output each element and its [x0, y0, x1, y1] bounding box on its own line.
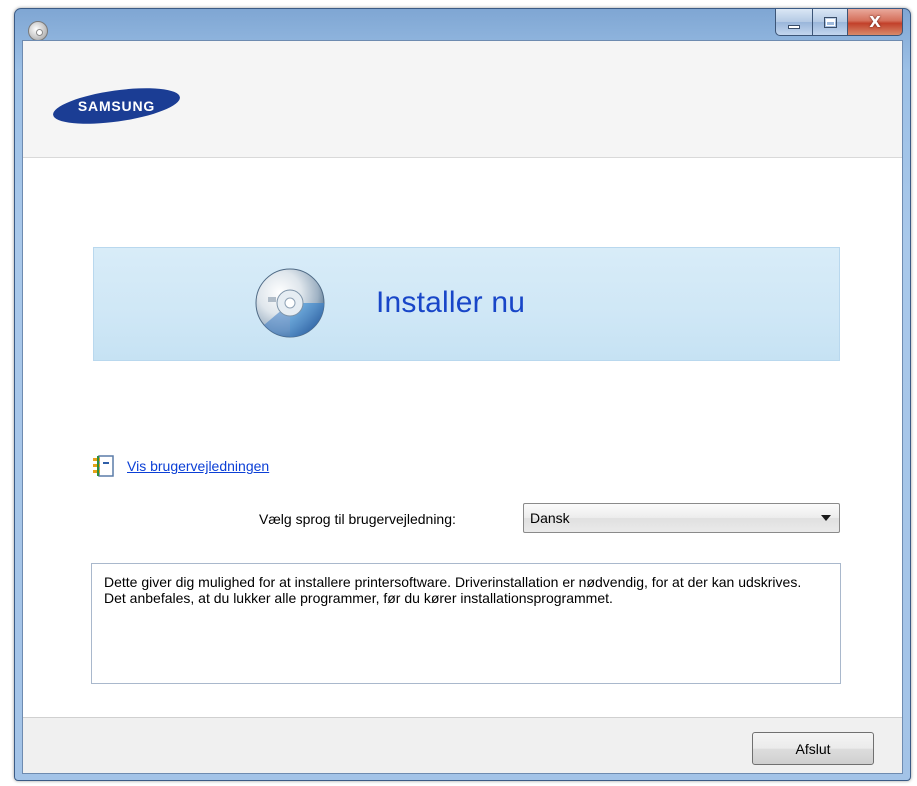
view-user-guide-link[interactable]: Vis brugervejledningen: [127, 458, 269, 474]
install-now-label: Installer nu: [376, 286, 526, 319]
header: SAMSUNG: [23, 41, 902, 158]
samsung-logo: SAMSUNG: [53, 88, 180, 124]
language-dropdown[interactable]: Dansk: [523, 503, 840, 533]
notebook-icon: [93, 455, 114, 477]
footer-bar: Afslut: [23, 717, 902, 773]
disc-label-mark: [268, 297, 276, 302]
disc-hole: [284, 297, 296, 309]
language-selected-value: Dansk: [530, 510, 570, 526]
description-box: Dette giver dig mulighed for at installe…: [91, 563, 841, 684]
description-line-1: Dette giver dig mulighed for at installe…: [104, 574, 802, 590]
exit-button[interactable]: Afslut: [752, 732, 874, 765]
window-client-area: SAMSUNG Installer nu Vis brugervejlednin…: [22, 40, 903, 774]
close-icon: X: [869, 12, 881, 31]
samsung-logo-text: SAMSUNG: [78, 98, 155, 114]
cd-disc-icon: [28, 21, 48, 41]
chevron-down-icon: [821, 515, 831, 521]
maximize-button[interactable]: [812, 9, 848, 36]
minimize-icon: [788, 24, 800, 29]
cd-disc-icon: [255, 268, 325, 338]
caption-buttons: X: [775, 9, 903, 37]
description-line-2: Det anbefales, at du lukker alle program…: [104, 590, 613, 606]
notebook-cover: [98, 455, 114, 477]
minimize-button[interactable]: [775, 9, 812, 36]
language-label: Vælg sprog til brugervejledning:: [259, 511, 456, 527]
notebook-line: [103, 462, 109, 464]
install-now-button[interactable]: Installer nu: [93, 247, 840, 361]
maximize-icon: [823, 16, 837, 28]
notebook-band: [97, 456, 99, 476]
close-button[interactable]: X: [848, 9, 903, 36]
installer-window: X SAMSUNG Installer nu Vis brugervejledn…: [14, 8, 911, 781]
